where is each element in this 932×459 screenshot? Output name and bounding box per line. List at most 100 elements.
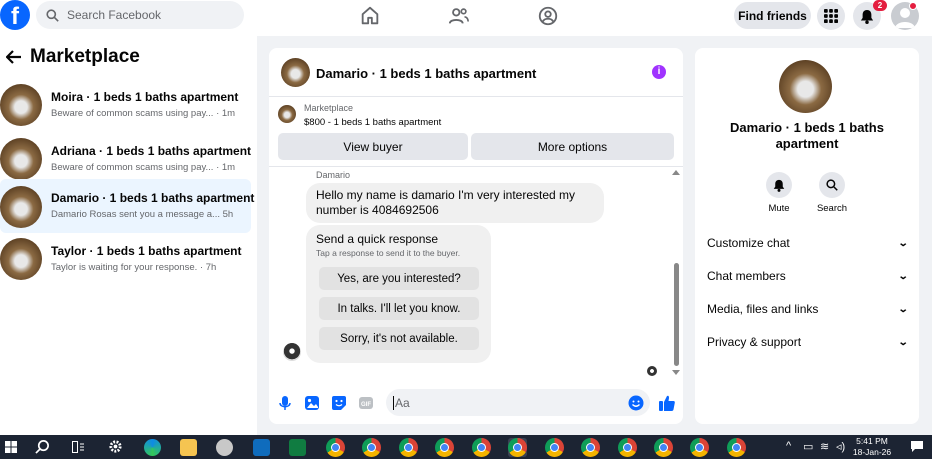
marketplace-label: Marketplace: [304, 103, 354, 113]
scroll-down-arrow[interactable]: [672, 370, 680, 375]
listing-thumbnail: [0, 138, 42, 180]
tray-chevron-up-icon[interactable]: ^: [786, 440, 791, 452]
sender-avatar[interactable]: [283, 343, 301, 361]
search-conversation-button[interactable]: [819, 172, 845, 198]
customize-chat-row[interactable]: Customize chat ⌄: [707, 233, 909, 253]
chat-panel: Damario · 1 beds 1 baths apartment i Mar…: [269, 48, 683, 424]
more-options-button[interactable]: More options: [471, 133, 674, 160]
listing-thumbnail: [0, 186, 42, 228]
excel-icon[interactable]: [289, 439, 306, 456]
chrome-icon[interactable]: [472, 438, 491, 457]
scroll-thumb[interactable]: [674, 263, 679, 366]
message-list: Damario Hello my name is damario I'm ver…: [269, 168, 683, 380]
gif-icon[interactable]: GIF: [358, 395, 374, 411]
quick-response-title: Send a quick response: [316, 232, 439, 246]
info-icon[interactable]: i: [652, 65, 666, 79]
file-explorer-icon[interactable]: [180, 439, 197, 456]
outlook-icon[interactable]: [253, 439, 270, 456]
message-scrollbar[interactable]: [672, 168, 680, 376]
clock-date: 18-Jan-26: [852, 447, 892, 457]
facebook-logo[interactable]: f: [0, 0, 30, 30]
chevron-down-icon: ⌄: [897, 270, 909, 282]
conversation-item-active[interactable]: Damario · 1 beds 1 baths apartment Damar…: [0, 179, 254, 233]
windows-taskbar: ^ ▭ ≋ ◃) 5:41 PM 18-Jan-26: [0, 435, 932, 459]
clock-time: 5:41 PM: [856, 436, 888, 446]
top-navigation-bar: f Search Facebook Find friends 2: [0, 0, 932, 36]
like-icon[interactable]: [658, 394, 676, 412]
message-input-placeholder: Aa: [395, 395, 410, 410]
windows-start-icon[interactable]: [5, 441, 17, 453]
quick-response-option[interactable]: Sorry, it's not available.: [319, 327, 479, 350]
quick-response-option[interactable]: Yes, are you interested?: [319, 267, 479, 290]
conversation-preview: Taylor is waiting for your response. · 7…: [51, 262, 217, 273]
page-title: Marketplace: [30, 46, 140, 67]
settings-gear-icon[interactable]: [108, 439, 123, 454]
chrome-icon[interactable]: [654, 438, 673, 457]
chrome-icon[interactable]: [727, 438, 746, 457]
search-input[interactable]: Search Facebook: [36, 1, 244, 29]
wifi-icon[interactable]: ≋: [820, 440, 829, 453]
listing-thumbnail: [278, 105, 296, 123]
listing-thumbnail: [0, 84, 42, 126]
microphone-icon[interactable]: [277, 395, 293, 411]
view-buyer-button[interactable]: View buyer: [278, 133, 468, 160]
friends-icon[interactable]: [448, 5, 470, 27]
message-bubble: Hello my name is damario I'm very intere…: [306, 183, 604, 223]
chat-title[interactable]: Damario · 1 beds 1 baths apartment: [316, 66, 536, 81]
chat-header: Damario · 1 beds 1 baths apartment i: [269, 48, 683, 97]
chevron-down-icon: ⌄: [897, 336, 909, 348]
chrome-icon[interactable]: [435, 438, 454, 457]
groups-icon[interactable]: [537, 5, 559, 27]
find-friends-button[interactable]: Find friends: [734, 2, 811, 29]
chrome-icon[interactable]: [690, 438, 709, 457]
sender-name: Damario: [316, 170, 351, 180]
back-arrow-icon[interactable]: [6, 50, 22, 64]
chrome-icon[interactable]: [545, 438, 564, 457]
conversation-preview: Beware of common scams using pay... · 1m: [51, 162, 236, 173]
bell-icon: [860, 9, 874, 24]
home-icon[interactable]: [359, 5, 381, 27]
conversation-item[interactable]: Taylor · 1 beds 1 baths apartment Taylor…: [0, 234, 251, 286]
conversation-preview: Damario Rosas sent you a message a... 5h: [51, 209, 234, 220]
listing-thumbnail[interactable]: [281, 58, 310, 87]
sidebar-header: Marketplace: [6, 46, 140, 68]
quick-response-card: Send a quick response Tap a response to …: [306, 225, 491, 363]
notification-center-icon[interactable]: [910, 440, 924, 453]
chat-members-row[interactable]: Chat members ⌄: [707, 266, 909, 286]
paint-icon[interactable]: [216, 439, 233, 456]
conversation-info-panel: Damario · 1 beds 1 baths apartment Mute …: [695, 48, 919, 424]
chrome-icon[interactable]: [326, 438, 345, 457]
taskbar-search-icon[interactable]: [35, 439, 50, 454]
listing-price[interactable]: $800 - 1 beds 1 baths apartment: [304, 117, 441, 128]
search-label: Search: [816, 203, 848, 214]
chrome-icon[interactable]: [399, 438, 418, 457]
media-files-links-row[interactable]: Media, files and links ⌄: [707, 299, 908, 319]
chrome-icon[interactable]: [362, 438, 381, 457]
quick-response-subtitle: Tap a response to send it to the buyer.: [316, 248, 461, 258]
quick-response-option[interactable]: In talks. I'll let you know.: [319, 297, 479, 320]
listing-thumbnail: [779, 60, 832, 113]
svg-text:GIF: GIF: [361, 402, 371, 408]
volume-icon[interactable]: ◃): [836, 440, 845, 453]
task-view-icon[interactable]: [72, 441, 85, 453]
battery-icon[interactable]: ▭: [803, 440, 813, 453]
message-input[interactable]: Aa: [386, 389, 650, 416]
search-icon: [46, 8, 59, 22]
mute-button[interactable]: [766, 172, 792, 198]
photo-icon[interactable]: [304, 395, 320, 411]
sticker-icon[interactable]: [331, 395, 347, 411]
chrome-icon-active[interactable]: [508, 438, 527, 457]
emoji-icon[interactable]: [628, 395, 644, 411]
menu-button[interactable]: [817, 2, 845, 30]
search-icon: [826, 179, 838, 191]
conversation-title: Adriana · 1 beds 1 baths apartment: [51, 144, 252, 158]
privacy-support-row[interactable]: Privacy & support ⌄: [707, 332, 909, 352]
scroll-up-arrow[interactable]: [672, 170, 680, 175]
taskbar-clock[interactable]: 5:41 PM 18-Jan-26: [852, 436, 892, 458]
chrome-icon[interactable]: [618, 438, 637, 457]
chevron-down-icon: ⌄: [897, 237, 909, 249]
chrome-icon[interactable]: [581, 438, 600, 457]
edge-browser-icon[interactable]: [144, 439, 161, 456]
conversation-preview: Beware of common scams using pay... · 1m: [51, 108, 236, 119]
conversation-item[interactable]: Moira · 1 beds 1 baths apartment Beware …: [0, 80, 251, 132]
